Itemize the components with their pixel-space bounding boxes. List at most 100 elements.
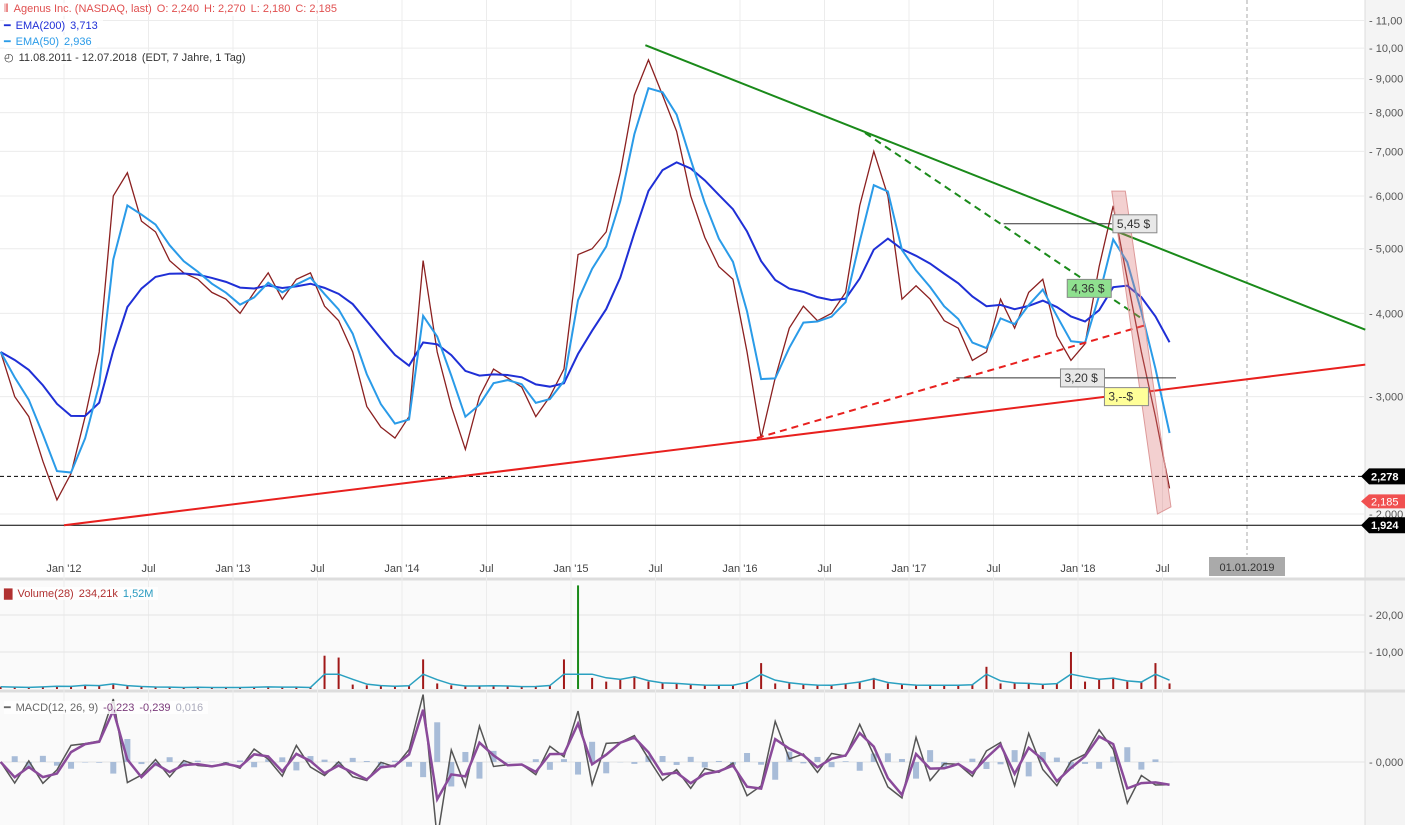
volume-bar: [999, 683, 1002, 689]
ema200-swatch-icon: ━: [4, 20, 11, 32]
macd-histogram-bar: [884, 753, 891, 762]
time-tick-label: Jul: [479, 563, 493, 575]
macd-histogram-bar: [237, 760, 244, 762]
price-tick-label: - 10,00: [1369, 43, 1403, 55]
volume-bar: [647, 681, 650, 689]
volume-label: Volume(28): [17, 588, 74, 600]
volume-bar: [605, 681, 608, 689]
high-value: H: 2,270: [204, 3, 246, 15]
macd-histogram-bar: [363, 760, 370, 762]
macd-histogram-bar: [913, 762, 920, 779]
volume-bar: [1041, 684, 1044, 689]
macd-histogram-bar: [11, 756, 18, 762]
annotation-label: 3,--$: [1108, 390, 1133, 404]
volume-bar: [464, 686, 467, 689]
macd-histogram-bar: [462, 751, 469, 762]
time-tick-label: Jul: [1155, 563, 1169, 575]
ema200-label: EMA(200): [15, 20, 66, 32]
macd-histogram-bar: [842, 761, 849, 762]
macd-histogram-bar: [575, 762, 582, 775]
price-tick-label: - 6,000: [1369, 191, 1403, 203]
ema50-label: EMA(50): [15, 36, 60, 48]
macd-histogram-bar: [927, 750, 934, 762]
macd-histogram-bar: [673, 762, 680, 765]
price-line: [0, 58, 1171, 502]
y-axis-background: [1365, 0, 1405, 825]
price-tick-label: - 4,000: [1369, 308, 1403, 320]
volume-tick-label: - 20,00: [1369, 610, 1403, 622]
price-tick-label: - 11,00: [1369, 15, 1402, 27]
time-tick-label: Jan '15: [553, 563, 588, 575]
macd-value: -0,223: [103, 702, 135, 714]
macd-histogram-bar: [687, 756, 694, 762]
macd-histogram-bar: [814, 756, 821, 762]
macd-histogram-bar: [1053, 757, 1060, 762]
macd-histogram-bar: [758, 762, 765, 765]
volume-bar: [1069, 652, 1072, 689]
volume-bar: [788, 683, 791, 689]
macd-histogram-bar: [659, 755, 666, 762]
macd-histogram-bar: [194, 760, 201, 762]
macd-histogram-bar: [772, 762, 779, 780]
low-value: L: 2,180: [250, 3, 291, 15]
macd-histogram-bar: [166, 757, 173, 762]
macd-histogram-bar: [744, 753, 751, 762]
volume-value: 234,21k: [78, 588, 118, 600]
bar-chart-icon: ▇: [4, 588, 13, 600]
macd-histogram-bar: [251, 762, 258, 768]
macd-histogram-bar: [1011, 750, 1018, 762]
volume-bar: [365, 685, 368, 689]
macd-histogram-bar: [279, 757, 286, 762]
macd-histogram-bar: [1124, 747, 1131, 762]
macd-tick-label: - 0,000: [1369, 757, 1403, 769]
time-tick-label: Jan '12: [46, 563, 81, 575]
volume-bar: [323, 655, 326, 689]
volume-bar: [985, 666, 988, 689]
volume-bar: [1098, 679, 1101, 689]
cursor-date-label: 01.01.2019: [1219, 562, 1274, 574]
macd-swatch-icon: ━: [4, 702, 11, 714]
price-tick-label: - 8,000: [1369, 108, 1403, 120]
volume-bar: [915, 685, 918, 689]
volume-bar: [1084, 681, 1087, 689]
volume-legend[interactable]: ▇ Volume(28) 234,21k 1,52M: [4, 587, 159, 600]
volume-bar: [1027, 683, 1030, 689]
macd-histogram-bar: [138, 762, 145, 765]
macd-histogram-bar: [68, 762, 75, 769]
range-info: (EDT, 7 Jahre, 1 Tag): [141, 52, 246, 64]
volume-bar: [886, 683, 889, 689]
volume-bar: [351, 684, 354, 689]
volume-tick-label: - 10,00: [1369, 647, 1403, 659]
candles-icon: ⫴: [4, 3, 9, 15]
volume-bar: [633, 676, 636, 689]
volume-bar: [689, 684, 692, 689]
ema50-value: 2,936: [64, 36, 92, 48]
macd-label: MACD(12, 26, 9): [15, 702, 99, 714]
ema50-legend[interactable]: ━ EMA(50) 2,936: [4, 35, 97, 48]
macd-histogram-bar: [631, 762, 638, 764]
annotation-label: 5,45 $: [1117, 217, 1151, 231]
time-tick-label: Jan '17: [891, 563, 926, 575]
macd-histogram-bar: [997, 762, 1004, 765]
time-tick-label: Jan '18: [1060, 563, 1095, 575]
macd-histogram-bar: [800, 762, 807, 764]
volume-bar: [619, 679, 622, 689]
clock-icon: ◴: [4, 52, 14, 64]
volume-bar: [1126, 681, 1129, 689]
trendline: [644, 44, 1366, 331]
macd-legend[interactable]: ━ MACD(12, 26, 9) -0,223 -0,239 0,016: [4, 701, 209, 714]
last-price-label: 2,185: [1371, 496, 1399, 508]
volume-bar: [661, 683, 664, 689]
ema50-line: [0, 86, 1171, 474]
close-value: C: 2,185: [295, 3, 337, 15]
ema200-legend[interactable]: ━ EMA(200) 3,713: [4, 19, 103, 32]
level-price-label: 1,924: [1371, 520, 1399, 532]
time-tick-label: Jan '13: [215, 563, 250, 575]
macd-histogram-bar: [96, 762, 103, 763]
macd-histogram-bar: [1025, 762, 1032, 777]
chart-svg[interactable]: - 11,00 - 10,00 - 9,000 - 8,000 - 7,000 - 6,0…: [0, 0, 1405, 825]
chart-container: - 11,00 - 10,00 - 9,000 - 8,000 - 7,000 - 6,0…: [0, 0, 1405, 825]
volume-bar: [379, 686, 382, 689]
time-tick-label: Jul: [141, 563, 155, 575]
macd-histogram-bar: [532, 759, 539, 762]
